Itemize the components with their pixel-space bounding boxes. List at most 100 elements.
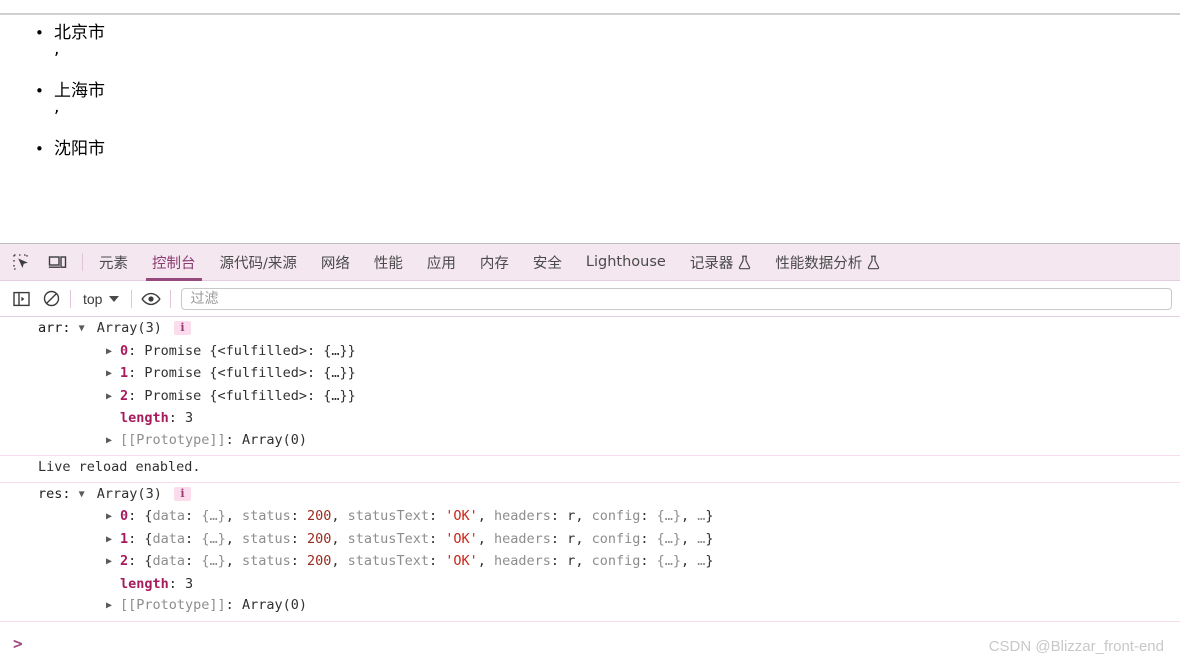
- object-prototype-entry[interactable]: [[Prototype]]: Array(0): [38, 595, 1180, 618]
- tab-security[interactable]: 安全: [521, 244, 574, 281]
- entry-key-data: data: [152, 508, 186, 524]
- object-length-entry: length: 3: [120, 410, 194, 426]
- tab-label: 应用: [426, 255, 456, 272]
- console-output[interactable]: arr: Array(3) i 0: Promise {<fulfilled>:…: [0, 317, 1180, 663]
- rendered-page-area: 北京市 , 上海市 , 沈阳市: [0, 0, 1180, 243]
- console-message-label: res:: [38, 485, 71, 502]
- entry-index: 2: [120, 387, 129, 404]
- toolbar-divider: [70, 289, 71, 308]
- object-entry[interactable]: 2: {data: {…}, status: 200, statusText: …: [38, 551, 1180, 574]
- tab-performance-insights[interactable]: 性能数据分析: [763, 244, 892, 281]
- city-separator: ,: [54, 97, 60, 117]
- info-badge[interactable]: i: [173, 486, 191, 501]
- tab-label: 安全: [532, 255, 562, 272]
- tab-network[interactable]: 网络: [309, 244, 362, 281]
- prototype-key: [[Prototype]]: [120, 431, 226, 448]
- entry-key-status: status: [241, 530, 291, 547]
- entry-key-statustext: statusText: [347, 553, 429, 569]
- tab-sources[interactable]: 源代码/来源: [208, 244, 309, 281]
- city-name: 上海市: [54, 81, 105, 101]
- entry-value-statustext: 'OK': [445, 508, 478, 524]
- expand-triangle-icon[interactable]: [106, 430, 116, 452]
- clear-console-icon[interactable]: [38, 286, 64, 312]
- entry-key-data: data: [152, 530, 186, 547]
- device-toolbar-icon[interactable]: [46, 251, 68, 273]
- entry-value-status: 200: [307, 508, 332, 524]
- toolbar-divider: [131, 289, 133, 308]
- tab-performance[interactable]: 性能: [362, 244, 415, 281]
- object-prototype-entry[interactable]: [[Prototype]]: Array(0): [38, 430, 1180, 453]
- entry-value: Promise {<fulfilled>: {…}}: [144, 365, 356, 381]
- info-badge[interactable]: i: [173, 321, 191, 335]
- expand-triangle-icon[interactable]: [106, 386, 116, 408]
- screenshot-root: 北京市 , 上海市 , 沈阳市: [0, 0, 1180, 663]
- prototype-key: [[Prototype]]: [120, 597, 226, 613]
- object-summary: Array(3): [96, 485, 162, 502]
- tab-console[interactable]: 控制台: [140, 244, 208, 281]
- expand-triangle-icon[interactable]: [106, 506, 116, 528]
- object-entry[interactable]: 0: Promise {<fulfilled>: {…}}: [38, 341, 1180, 364]
- console-message-label: arr:: [38, 320, 71, 336]
- entry-key-headers: headers: [494, 553, 551, 569]
- tab-label: 性能: [373, 255, 403, 272]
- expand-triangle-icon[interactable]: [106, 341, 116, 363]
- tab-elements[interactable]: 元素: [87, 244, 140, 281]
- entry-value-data: {…}: [201, 553, 226, 569]
- length-key: length: [120, 575, 169, 592]
- expand-triangle-icon[interactable]: [106, 595, 116, 617]
- tab-memory[interactable]: 内存: [468, 244, 521, 281]
- object-entry[interactable]: 1: {data: {…}, status: 200, statusText: …: [38, 529, 1180, 552]
- tab-recorder[interactable]: 记录器: [678, 244, 764, 281]
- console-message-res[interactable]: res: Array(3) i 0: {data: {…}, status: 2…: [0, 483, 1180, 622]
- object-entry[interactable]: 1: Promise {<fulfilled>: {…}}: [38, 363, 1180, 386]
- entry-value-config: {…}: [656, 530, 682, 547]
- console-message-arr[interactable]: arr: Array(3) i 0: Promise {<fulfilled>:…: [0, 317, 1180, 456]
- execution-context-value: top: [83, 290, 103, 307]
- entry-key-config: config: [591, 508, 641, 524]
- tab-lighthouse[interactable]: Lighthouse: [574, 244, 678, 281]
- expand-triangle-icon[interactable]: [79, 318, 89, 340]
- entry-index: 1: [120, 365, 129, 381]
- entry-index: 0: [120, 508, 129, 524]
- list-item: 沈阳市: [35, 138, 105, 160]
- entry-key-status: status: [241, 553, 291, 569]
- entry-value-config: {…}: [656, 508, 682, 524]
- console-message-live-reload[interactable]: Live reload enabled.: [0, 456, 1180, 483]
- console-sidebar-icon[interactable]: [8, 286, 34, 312]
- city-list: 北京市 , 上海市 , 沈阳市: [0, 22, 105, 160]
- entry-value-data: {…}: [201, 530, 226, 547]
- watermark: CSDN @Blizzar_front-end: [988, 638, 1164, 655]
- entry-index: 2: [120, 553, 129, 569]
- object-entry[interactable]: 0: {data: {…}, status: 200, statusText: …: [38, 506, 1180, 529]
- entry-value-config: {…}: [656, 553, 682, 569]
- console-message-header: res: Array(3) i: [38, 484, 1180, 507]
- tab-label: Lighthouse: [585, 254, 666, 270]
- toolbar-divider: [170, 289, 172, 308]
- entry-index: 0: [120, 342, 129, 359]
- tab-label: 内存: [479, 255, 509, 272]
- entry-value-data: {…}: [201, 508, 226, 524]
- entry-key-config: config: [591, 530, 641, 547]
- inspect-element-icon[interactable]: [10, 251, 32, 273]
- object-length-entry: length: 3: [120, 575, 194, 592]
- city-name: 北京市: [54, 23, 105, 43]
- filter-input[interactable]: [181, 287, 1172, 310]
- expand-triangle-icon[interactable]: [79, 484, 89, 506]
- tab-application[interactable]: 应用: [415, 244, 468, 281]
- entry-value: Promise {<fulfilled>: {…}}: [144, 342, 356, 359]
- expand-triangle-icon[interactable]: [106, 551, 116, 573]
- devtools-tablist: 元素 控制台 源代码/来源 网络 性能 应用 内存 安全 Lighthouse …: [87, 244, 892, 281]
- expand-triangle-icon[interactable]: [106, 529, 116, 551]
- entry-key-config: config: [591, 553, 641, 569]
- tabstrip-divider: [82, 253, 83, 271]
- live-expression-icon[interactable]: [138, 286, 164, 312]
- entry-value: Promise {<fulfilled>: {…}}: [144, 387, 356, 404]
- list-item: 上海市 ,: [35, 80, 105, 117]
- expand-triangle-icon[interactable]: [106, 363, 116, 385]
- entry-key-headers: headers: [494, 530, 551, 547]
- entry-value-status: 200: [307, 553, 332, 569]
- entry-key-headers: headers: [494, 508, 551, 524]
- console-message-text: Live reload enabled.: [38, 459, 201, 475]
- object-entry[interactable]: 2: Promise {<fulfilled>: {…}}: [38, 386, 1180, 409]
- execution-context-dropdown[interactable]: top: [75, 291, 127, 307]
